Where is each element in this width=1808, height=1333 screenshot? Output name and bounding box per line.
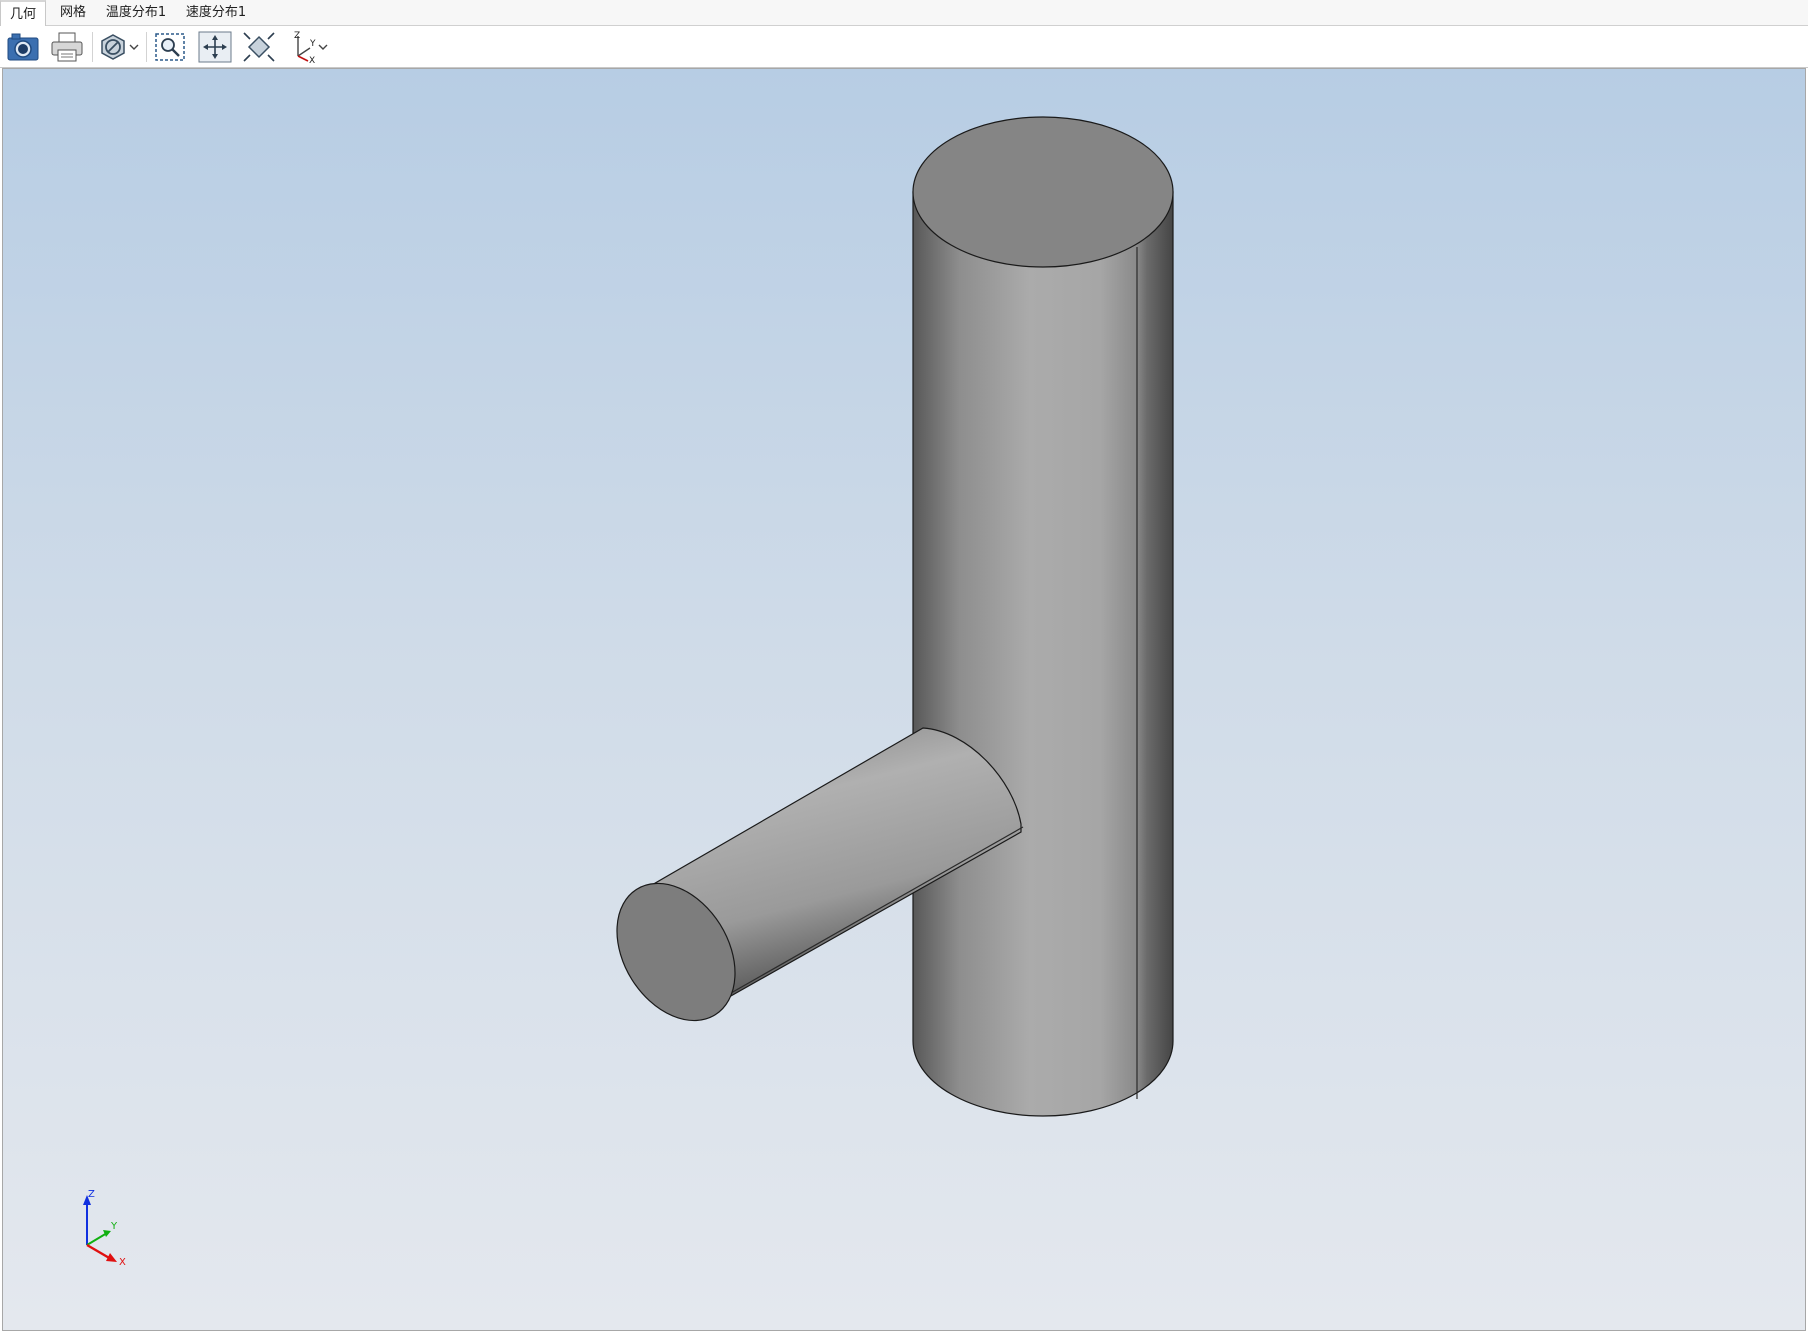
print-button[interactable]	[48, 30, 86, 64]
zoom-box-icon	[155, 33, 185, 61]
svg-text:Z: Z	[294, 31, 300, 41]
view-toolbar: Z Y X	[0, 26, 1808, 68]
vertical-cylinder-top-face	[912, 116, 1174, 268]
pan-button[interactable]	[196, 30, 234, 64]
vertical-cylinder[interactable]	[912, 116, 1174, 1117]
geometry-model[interactable]	[3, 69, 1805, 1330]
toolbar-separator	[146, 32, 147, 62]
render-mode-icon	[101, 34, 125, 60]
x-axis-label: X	[119, 1257, 126, 1268]
y-axis	[86, 1232, 108, 1246]
screenshot-button[interactable]	[4, 30, 42, 64]
document-tabbar: 几何 网格 温度分布1 速度分布1	[0, 0, 1808, 27]
pan-icon	[198, 31, 232, 63]
fit-view-button[interactable]	[240, 30, 278, 64]
chevron-down-icon	[129, 44, 139, 50]
view-orientation-dropdown[interactable]: Z Y X	[284, 30, 330, 64]
view-axes-icon: Z Y X	[294, 31, 316, 64]
svg-text:X: X	[309, 56, 315, 64]
x-axis	[86, 1243, 112, 1261]
3d-viewport[interactable]: Z Y X	[2, 68, 1806, 1331]
print-icon	[51, 32, 83, 62]
vertical-cylinder-body	[912, 191, 1174, 1117]
fit-view-icon	[243, 32, 275, 62]
toolbar-separator	[92, 32, 93, 62]
z-axis-label: Z	[88, 1189, 95, 1200]
y-axis-arrow	[103, 1230, 111, 1237]
y-axis-label: Y	[110, 1221, 118, 1232]
svg-text:Y: Y	[309, 39, 316, 49]
tab-geometry[interactable]: 几何	[0, 0, 46, 27]
render-mode-dropdown[interactable]	[98, 30, 140, 64]
camera-icon	[7, 33, 39, 61]
tab-temperature-distribution[interactable]: 温度分布1	[100, 0, 172, 26]
tab-velocity-distribution[interactable]: 速度分布1	[180, 0, 252, 26]
chevron-down-icon	[318, 44, 328, 50]
orientation-triad: Z Y X	[83, 1189, 126, 1268]
tab-mesh[interactable]: 网格	[50, 0, 96, 26]
zoom-box-button[interactable]	[152, 30, 188, 64]
